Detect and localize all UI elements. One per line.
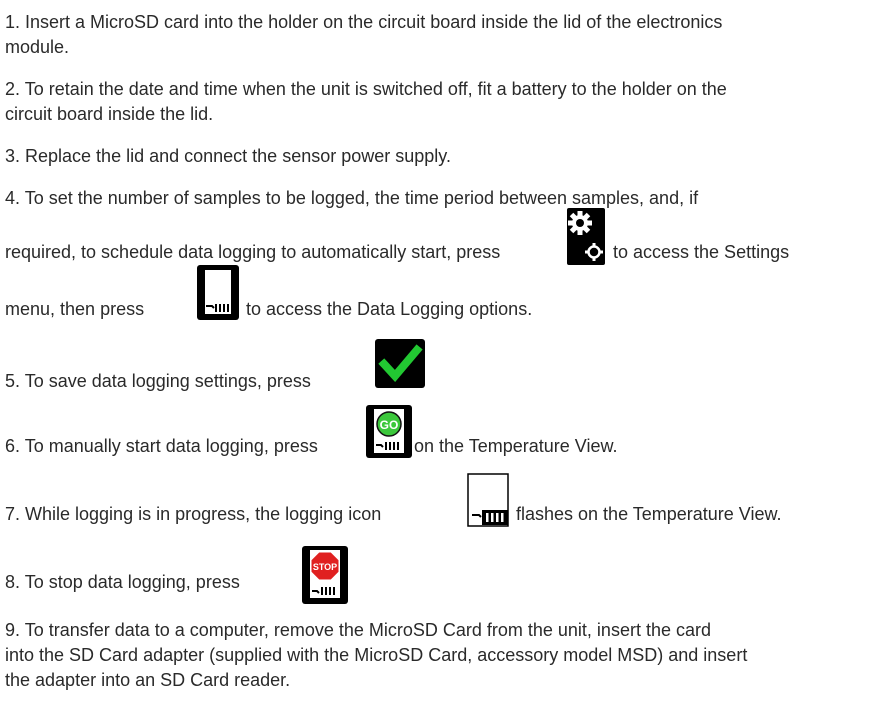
settings-gear-icon[interactable] <box>567 208 605 265</box>
step-4-line-3: menu, then press <box>5 297 144 322</box>
go-logging-icon[interactable]: GO <box>366 405 412 458</box>
stop-label: STOP <box>313 562 337 572</box>
step-4-line-3-tail: to access the Data Logging options. <box>246 297 532 322</box>
step-7-text-a: 7. While logging is in progress, the log… <box>5 504 382 524</box>
checkmark-icon[interactable] <box>375 339 425 388</box>
step-6-text-a: 6. To manually start data logging, press <box>5 436 318 456</box>
step-1-line-1: 1. Insert a MicroSD card into the holder… <box>5 12 723 32</box>
stop-logging-icon[interactable]: STOP <box>302 546 348 604</box>
step-7-text-b: flashes on the Temperature View. <box>516 504 782 524</box>
step-5-line-1: 5. To save data logging settings, press <box>5 371 311 391</box>
step-4-line-2-tail: to access the Settings <box>613 240 789 265</box>
step-8-line-1: 8. To stop data logging, press <box>5 572 240 592</box>
step-2-line-2: circuit board inside the lid. <box>5 104 214 124</box>
step-6-text-b: on the Temperature View. <box>414 436 618 456</box>
step-7-line: 7. While logging is in progress, the log… <box>5 502 381 527</box>
step-6-line-tail: on the Temperature View. <box>414 434 617 459</box>
step-9-line-3: the adapter into an SD Card reader. <box>5 670 291 690</box>
step-4-line-2-text-b: to access the Settings <box>613 242 790 262</box>
sd-card-icon[interactable] <box>197 265 239 320</box>
step-4-line-2-text-a: required, to schedule data logging to au… <box>5 242 501 262</box>
instructions-document: 1. Insert a MicroSD card into the holder… <box>0 0 889 709</box>
step-2-line-1: 2. To retain the date and time when the … <box>5 79 727 99</box>
go-label: GO <box>380 418 399 432</box>
step-1-line-2: module. <box>5 37 70 57</box>
step-4-line-2: required, to schedule data logging to au… <box>5 240 500 265</box>
step-7-line-tail: flashes on the Temperature View. <box>516 502 782 527</box>
step-9-line-1: 9. To transfer data to a computer, remov… <box>5 620 711 640</box>
logging-indicator-icon <box>467 473 509 527</box>
step-3-line-1: 3. Replace the lid and connect the senso… <box>5 146 451 166</box>
step-4-line-3-text-b: to access the Data Logging options. <box>246 299 533 319</box>
step-6-line: 6. To manually start data logging, press <box>5 434 318 459</box>
step-9-line-2: into the SD Card adapter (supplied with … <box>5 645 748 665</box>
step-4-line-3-text-a: menu, then press <box>5 299 145 319</box>
